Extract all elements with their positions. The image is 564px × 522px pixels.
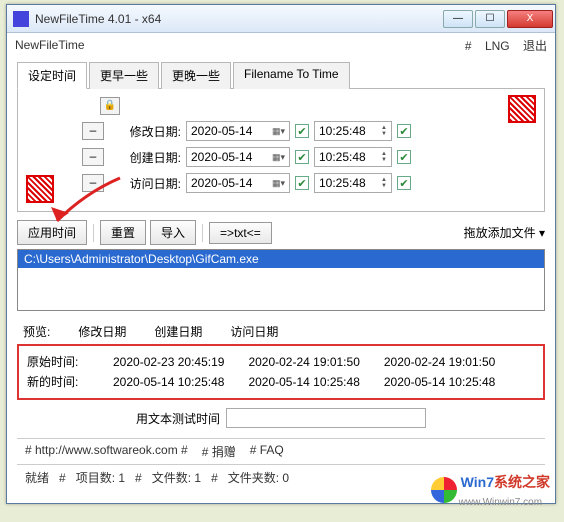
col-create: 创建日期 — [154, 323, 202, 340]
check-modify-time[interactable]: ✔ — [397, 124, 411, 138]
tab-settime[interactable]: 设定时间 — [17, 62, 87, 89]
check-access-time[interactable]: ✔ — [397, 176, 411, 190]
maximize-button[interactable]: ☐ — [475, 10, 505, 28]
preview-label: 预览: — [23, 323, 50, 340]
drop-menu[interactable]: ▾ — [539, 226, 545, 240]
minus-access[interactable]: – — [82, 174, 104, 192]
tabstrip: 设定时间 更早一些 更晚一些 Filename To Time — [17, 61, 545, 89]
minus-create[interactable]: – — [82, 148, 104, 166]
col-access: 访问日期 — [230, 323, 278, 340]
row-modify: – 修改日期: 2020-05-14▦▾ ✔ 10:25:48▲▼ ✔ — [28, 121, 534, 141]
touch-icon[interactable] — [508, 95, 536, 123]
app-icon — [13, 11, 29, 27]
import-button[interactable]: 导入 — [150, 220, 196, 245]
titlebar[interactable]: NewFileTime 4.01 - x64 — ☐ X — [7, 5, 555, 33]
content-area: 设定时间 更早一些 更晚一些 Filename To Time 🔒 – 修改日期… — [7, 57, 555, 490]
tab-body: 🔒 – 修改日期: 2020-05-14▦▾ ✔ 10:25:48▲▼ ✔ – … — [17, 89, 545, 212]
spinner-icon[interactable]: ▲▼ — [381, 177, 387, 189]
drop-label: 拖放添加文件 — [464, 226, 536, 240]
date-create[interactable]: 2020-05-14▦▾ — [186, 147, 290, 167]
reset-button[interactable]: 重置 — [100, 220, 146, 245]
preview-box: 原始时间: 2020-02-23 20:45:19 2020-02-24 19:… — [17, 344, 545, 400]
footer-links: # http://www.softwareok.com # # 捐赠 # FAQ — [17, 438, 545, 464]
date-modify[interactable]: 2020-05-14▦▾ — [186, 121, 290, 141]
calendar-icon[interactable]: ▦▾ — [272, 178, 285, 189]
button-bar: 应用时间 重置 导入 =>txt<= 拖放添加文件 ▾ — [17, 220, 545, 245]
app-name-label: NewFileTime — [15, 38, 85, 52]
label-modify: 修改日期: — [109, 123, 181, 140]
time-access[interactable]: 10:25:48▲▼ — [314, 173, 392, 193]
calendar-icon[interactable]: ▦▾ — [272, 152, 285, 163]
watermark: Win7系统之家 www.Winwin7.com — [431, 472, 550, 508]
window-title: NewFileTime 4.01 - x64 — [35, 12, 443, 26]
tab-earlier[interactable]: 更早一些 — [89, 62, 159, 89]
time-modify[interactable]: 10:25:48▲▼ — [314, 121, 392, 141]
calendar-icon[interactable]: ▦▾ — [272, 126, 285, 137]
preview-row-new: 新的时间: 2020-05-14 10:25:48 2020-05-14 10:… — [27, 372, 535, 392]
minimize-button[interactable]: — — [443, 10, 473, 28]
check-access-date[interactable]: ✔ — [295, 176, 309, 190]
faq-link[interactable]: # FAQ — [250, 443, 284, 460]
minus-modify[interactable]: – — [82, 122, 104, 140]
donate-link[interactable]: # 捐赠 — [202, 443, 236, 460]
apply-button[interactable]: 应用时间 — [17, 220, 87, 245]
check-create-date[interactable]: ✔ — [295, 150, 309, 164]
tab-later[interactable]: 更晚一些 — [161, 62, 231, 89]
window-buttons: — ☐ X — [443, 10, 553, 28]
check-modify-date[interactable]: ✔ — [295, 124, 309, 138]
test-row: 用文本测试时间 — [17, 408, 545, 428]
status-files: 文件数: 1 — [152, 469, 201, 486]
site-link[interactable]: # http://www.softwareok.com # — [25, 443, 188, 460]
date-access[interactable]: 2020-05-14▦▾ — [186, 173, 290, 193]
col-modify: 修改日期 — [78, 323, 126, 340]
spinner-icon[interactable]: ▲▼ — [381, 125, 387, 137]
file-list[interactable]: C:\Users\Administrator\Desktop\GifCam.ex… — [17, 249, 545, 311]
tab-filename-to-time[interactable]: Filename To Time — [233, 62, 349, 89]
txt-button[interactable]: =>txt<= — [209, 222, 272, 244]
preview-row-original: 原始时间: 2020-02-23 20:45:19 2020-02-24 19:… — [27, 352, 535, 372]
spinner-icon[interactable]: ▲▼ — [381, 151, 387, 163]
test-label: 用文本测试时间 — [136, 410, 220, 427]
app-window: NewFileTime 4.01 - x64 — ☐ X NewFileTime… — [6, 4, 556, 504]
label-access: 访问日期: — [109, 175, 181, 192]
row-access: – 访问日期: 2020-05-14▦▾ ✔ 10:25:48▲▼ ✔ — [28, 173, 534, 193]
row-create: – 创建日期: 2020-05-14▦▾ ✔ 10:25:48▲▼ ✔ — [28, 147, 534, 167]
label-create: 创建日期: — [109, 149, 181, 166]
close-button[interactable]: X — [507, 10, 553, 28]
menu-lng[interactable]: LNG — [485, 39, 510, 53]
preview-header: 预览: 修改日期 创建日期 访问日期 — [17, 323, 545, 340]
time-create[interactable]: 10:25:48▲▼ — [314, 147, 392, 167]
check-create-time[interactable]: ✔ — [397, 150, 411, 164]
file-list-item[interactable]: C:\Users\Administrator\Desktop\GifCam.ex… — [18, 250, 544, 268]
windows-logo-icon — [431, 477, 457, 503]
test-input[interactable] — [226, 408, 426, 428]
lock-toggle[interactable]: 🔒 — [100, 97, 120, 115]
drop-icon[interactable] — [26, 175, 54, 203]
status-folders: 文件夹数: 0 — [228, 469, 289, 486]
menu-exit[interactable]: 退出 — [523, 39, 547, 53]
menu-hash[interactable]: # — [465, 39, 472, 53]
status-items: 项目数: 1 — [76, 469, 125, 486]
menubar: NewFileTime # LNG 退出 — [7, 33, 555, 57]
status-ready: 就绪 — [25, 469, 49, 486]
